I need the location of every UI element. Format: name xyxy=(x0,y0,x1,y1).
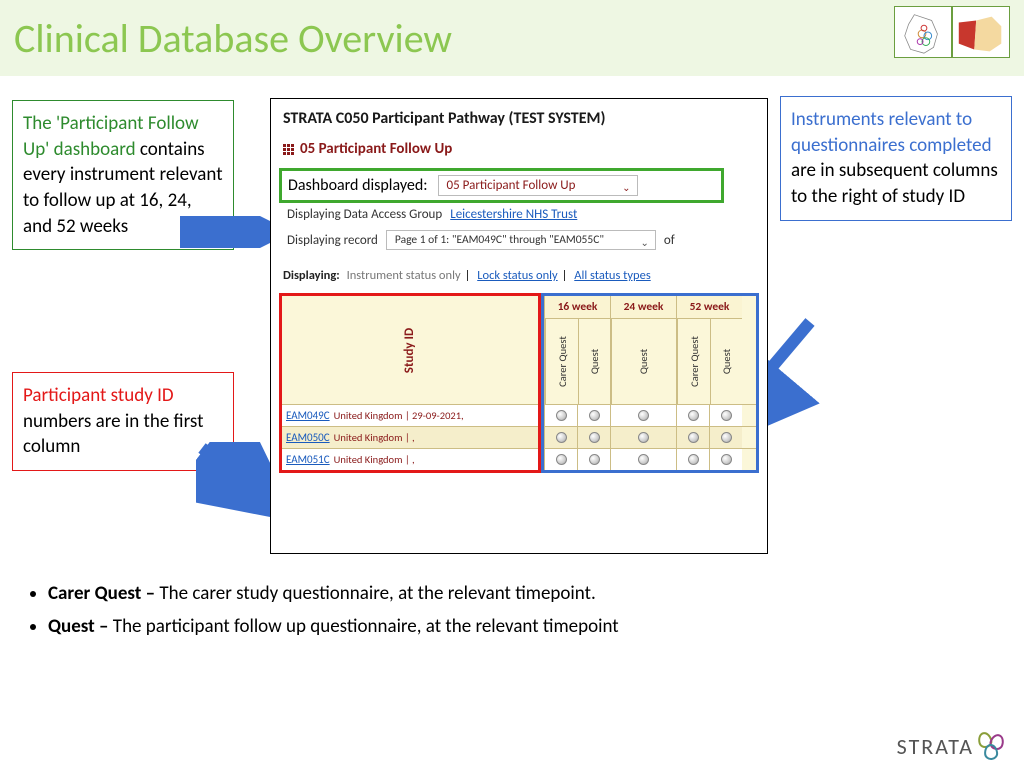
study-id-header: Study ID xyxy=(282,296,538,404)
record-id-link[interactable]: EAM049C xyxy=(286,409,330,422)
annotation-highlight: Instruments relevant to questionnaires c… xyxy=(791,108,992,157)
table-row xyxy=(544,426,756,448)
australia-map-icon xyxy=(952,6,1010,58)
study-id-column: Study ID EAM049C United Kingdom | 29-09-… xyxy=(279,293,541,473)
status-dot[interactable] xyxy=(676,405,709,426)
table-row: EAM049C United Kingdom | 29-09-2021, xyxy=(282,404,538,426)
dashboard-label: Dashboard displayed: xyxy=(288,176,428,195)
dashboard-dropdown[interactable]: 05 Participant Follow Up⌄ xyxy=(438,175,638,196)
table-row xyxy=(544,404,756,426)
annotation-text: are in subsequent columns to the right o… xyxy=(791,159,998,208)
record-dropdown[interactable]: Page 1 of 1: "EAM049C" through "EAM055C"… xyxy=(386,230,656,250)
logo-loops-icon xyxy=(978,732,1010,760)
annotation-instruments: Instruments relevant to questionnaires c… xyxy=(780,96,1012,221)
redcap-screenshot: STRATA C050 Participant Pathway (TEST SY… xyxy=(270,98,768,554)
displaying-filter: Displaying: Instrument status only| Lock… xyxy=(271,260,767,289)
dashboard-selector-box: Dashboard displayed: 05 Participant Foll… xyxy=(279,168,724,203)
status-dot[interactable] xyxy=(709,449,742,470)
legend-bullets: Carer Quest – The carer study questionna… xyxy=(22,580,1002,645)
status-dot[interactable] xyxy=(610,427,676,448)
chevron-down-icon: ⌄ xyxy=(622,181,630,194)
uk-regions-map-icon xyxy=(894,6,952,58)
grid-icon xyxy=(283,144,294,155)
status-dot[interactable] xyxy=(577,449,610,470)
status-dot[interactable] xyxy=(676,449,709,470)
week-header: 52 week xyxy=(677,296,742,319)
table-row: EAM050C United Kingdom | , xyxy=(282,426,538,448)
annotation-text: numbers are in the first column xyxy=(23,410,204,459)
instrument-header: Carer Quest xyxy=(677,319,710,404)
data-table: Study ID EAM049C United Kingdom | 29-09-… xyxy=(279,293,759,473)
record-meta: United Kingdom | , xyxy=(334,453,415,466)
annotation-highlight: Participant study ID xyxy=(23,384,174,407)
instrument-header: Quest xyxy=(611,319,676,404)
instrument-header: Carer Quest xyxy=(545,319,578,404)
dag-label: Displaying Data Access Group xyxy=(287,207,442,222)
bullet-item: Quest – The participant follow up questi… xyxy=(48,613,1002,642)
page-title: Clinical Database Overview xyxy=(14,14,452,63)
bullet-item: Carer Quest – The carer study questionna… xyxy=(48,580,1002,609)
chevron-down-icon: ⌄ xyxy=(641,236,649,249)
table-row: EAM051C United Kingdom | , xyxy=(282,448,538,470)
dashboard-title: 05 Participant Follow Up xyxy=(271,136,767,168)
record-meta: United Kingdom | , xyxy=(334,431,415,444)
filter-all-status[interactable]: All status types xyxy=(570,268,654,283)
status-dot[interactable] xyxy=(577,427,610,448)
filter-lock-status[interactable]: Lock status only xyxy=(473,268,561,283)
record-label: Displaying record xyxy=(287,233,378,248)
status-dot[interactable] xyxy=(577,405,610,426)
record-meta: United Kingdom | 29-09-2021, xyxy=(334,409,464,422)
table-row xyxy=(544,448,756,470)
status-dot[interactable] xyxy=(610,405,676,426)
strata-logo: STRATA xyxy=(897,732,1010,760)
status-dot[interactable] xyxy=(709,427,742,448)
filter-instrument-status[interactable]: Instrument status only xyxy=(343,268,465,283)
status-dot[interactable] xyxy=(544,427,577,448)
record-id-link[interactable]: EAM050C xyxy=(286,431,330,444)
status-dot[interactable] xyxy=(544,405,577,426)
dag-link[interactable]: Leicestershire NHS Trust xyxy=(450,207,577,222)
instrument-header: Quest xyxy=(710,319,742,404)
record-of: of xyxy=(664,233,675,248)
instruments-columns: 16 week Carer Quest Quest 24 week Quest … xyxy=(541,293,759,473)
arrow-icon xyxy=(180,216,280,248)
system-header: STRATA C050 Participant Pathway (TEST SY… xyxy=(271,99,767,136)
status-dot[interactable] xyxy=(709,405,742,426)
instrument-header: Quest xyxy=(578,319,610,404)
week-header: 16 week xyxy=(545,296,610,319)
record-id-link[interactable]: EAM051C xyxy=(286,453,330,466)
status-dot[interactable] xyxy=(610,449,676,470)
map-icons xyxy=(894,6,1010,58)
title-bar: Clinical Database Overview xyxy=(0,0,1024,76)
status-dot[interactable] xyxy=(676,427,709,448)
week-header: 24 week xyxy=(611,296,676,319)
status-dot[interactable] xyxy=(544,449,577,470)
